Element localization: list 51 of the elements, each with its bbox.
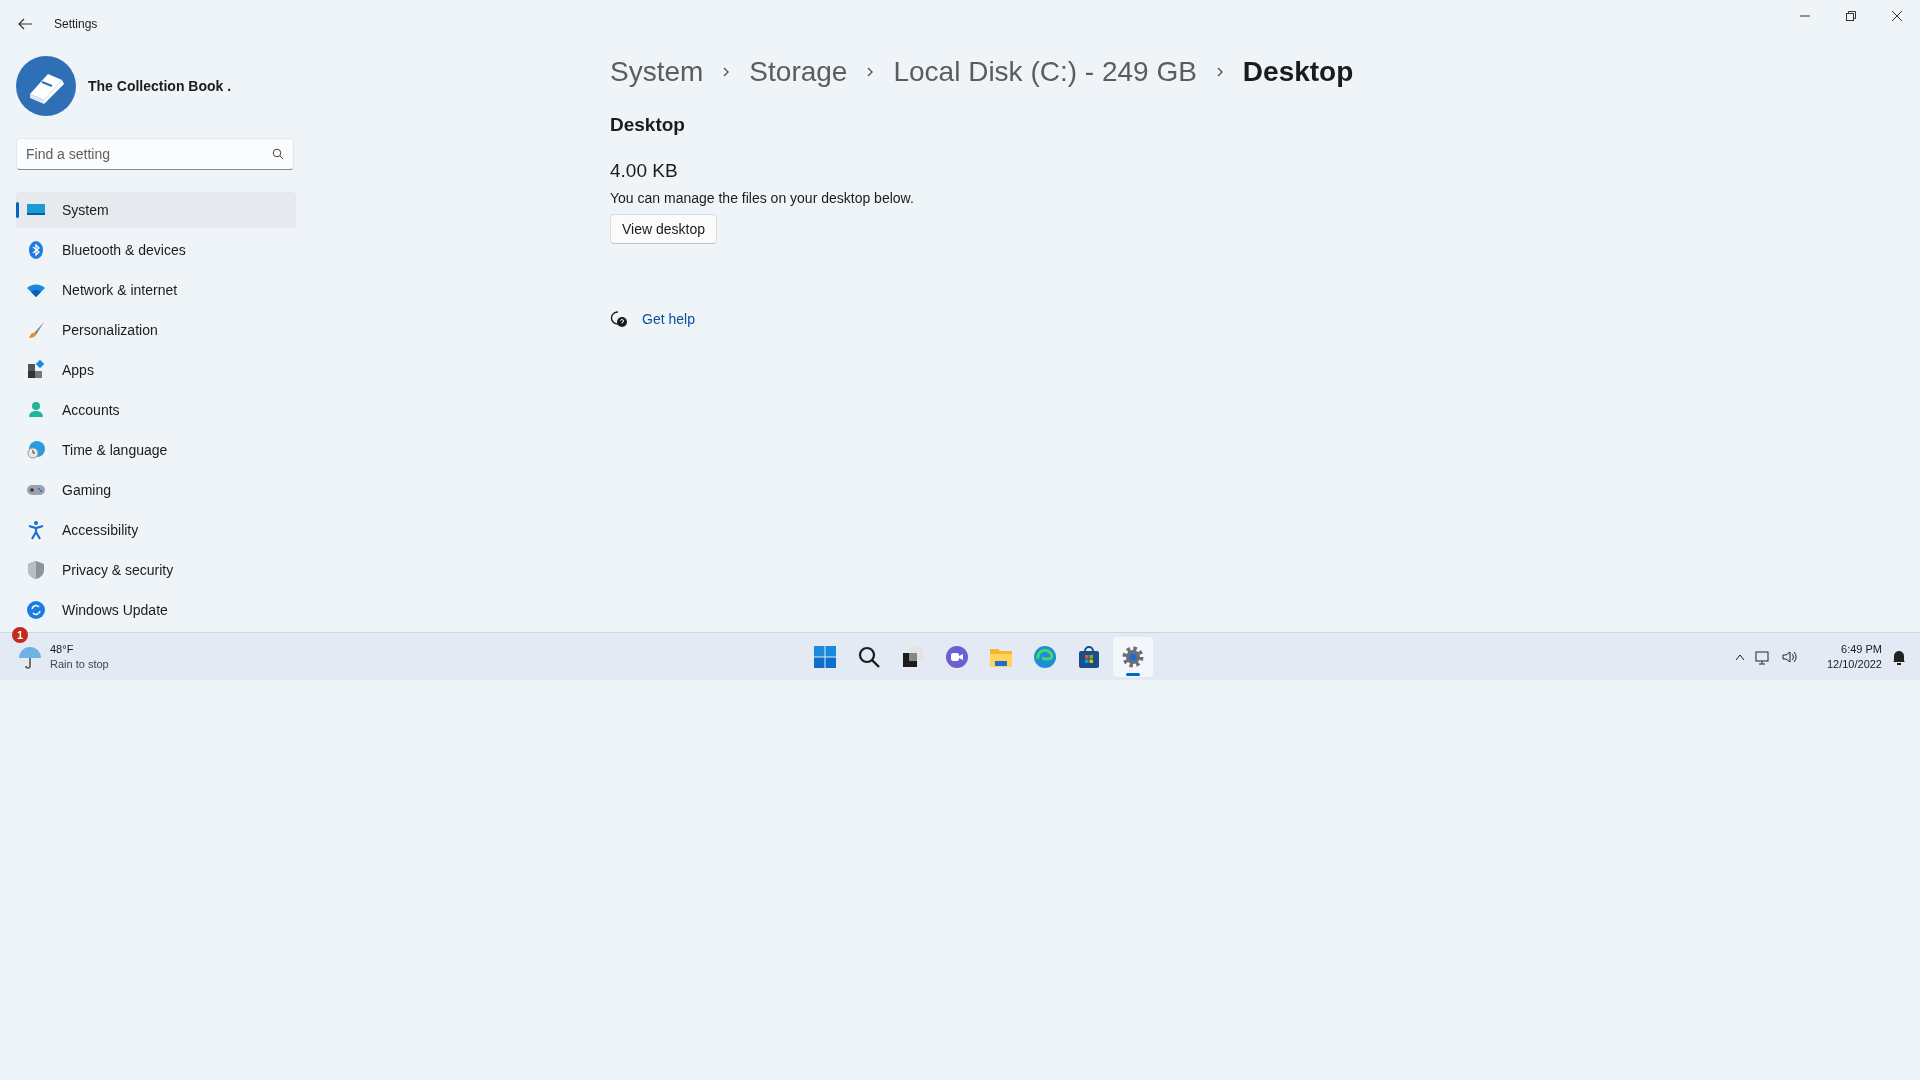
running-indicator: [1126, 672, 1140, 676]
chevron-up-icon[interactable]: [1734, 652, 1745, 661]
view-desktop-button[interactable]: View desktop: [610, 214, 717, 244]
globe-clock-icon: [26, 440, 46, 460]
apps-icon: [26, 360, 46, 380]
speaker-icon[interactable]: [1780, 648, 1797, 665]
window-title: Settings: [54, 17, 98, 31]
book-avatar-icon: [16, 56, 76, 116]
weather-condition: Rain to stop: [50, 656, 109, 672]
breadcrumb-item[interactable]: Storage: [749, 56, 848, 88]
shield-icon: [26, 560, 46, 580]
accessibility-icon: [26, 520, 46, 540]
clock-date[interactable]: 12/10/2022: [1826, 656, 1882, 672]
video-chat-icon: [945, 644, 969, 669]
folder-size: 4.00 KB: [610, 160, 679, 182]
person-icon: [26, 400, 46, 420]
nav-item[interactable]: Network & internet: [16, 272, 296, 308]
nav-item[interactable]: Privacy & security: [16, 552, 296, 588]
windows-logo-icon: [813, 644, 837, 669]
nav-item[interactable]: Accounts: [16, 392, 296, 428]
clock-time[interactable]: 6:49 PM: [1841, 641, 1882, 657]
nav-item[interactable]: Personalization: [16, 312, 296, 348]
get-help-link[interactable]: Get help: [642, 311, 695, 327]
section-heading: Desktop: [610, 114, 686, 136]
temperature: 48°F: [50, 641, 75, 657]
nav-item[interactable]: Bluetooth & devices: [16, 232, 296, 268]
bluetooth-icon: [26, 240, 46, 260]
description-text: You can manage the files on your desktop below.: [610, 190, 915, 206]
search-icon: [272, 148, 284, 160]
task-view-icon: [901, 644, 925, 669]
selection-indicator: [16, 202, 19, 218]
breadcrumb-item[interactable]: System: [610, 56, 704, 88]
browser-wave-icon: [1033, 644, 1057, 669]
gear-icon: [1121, 644, 1145, 669]
nav-item[interactable]: Windows Update: [16, 592, 296, 628]
breadcrumb-item[interactable]: Local Disk (C:) - 249 GB: [893, 56, 1197, 88]
nav-item[interactable]: System: [16, 192, 296, 228]
store-bag-icon: [1077, 644, 1101, 669]
network-monitor-icon[interactable]: [1754, 648, 1771, 665]
nav-item[interactable]: Accessibility: [16, 512, 296, 548]
notification-badge: 1: [12, 627, 28, 643]
nav-item[interactable]: Time & language: [16, 432, 296, 468]
account-name: The Collection Book .: [88, 78, 232, 94]
nav-item[interactable]: Gaming: [16, 472, 296, 508]
search-field[interactable]: Find a setting: [16, 138, 294, 170]
search-icon: [857, 644, 881, 669]
nav-item[interactable]: Apps: [16, 352, 296, 388]
breadcrumb-item: Desktop: [1242, 56, 1354, 88]
bell-icon[interactable]: [1892, 648, 1906, 665]
sync-icon: [26, 600, 46, 620]
help-icon: [610, 310, 628, 328]
